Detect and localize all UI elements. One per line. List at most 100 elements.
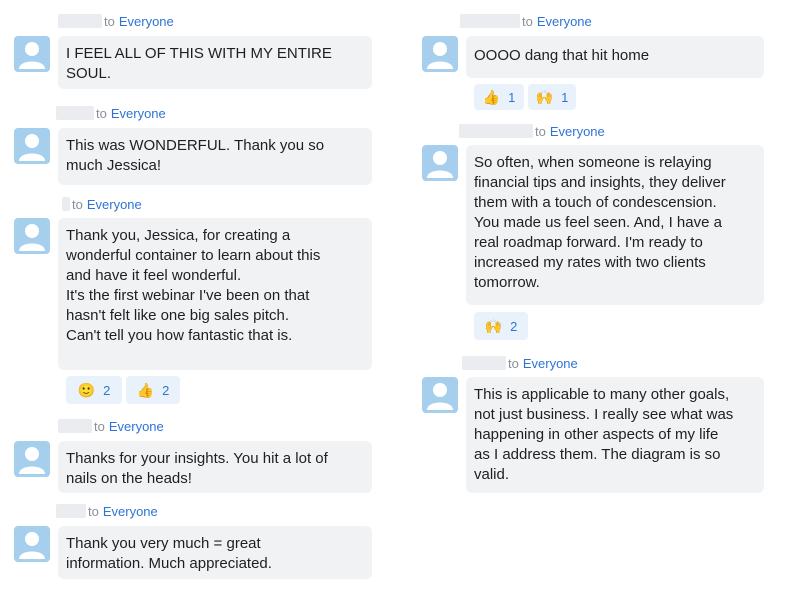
thumbs-up-icon: 👍	[136, 381, 155, 398]
reaction-thumbs-up[interactable]: 👍 1	[474, 84, 524, 110]
message-line: as I address them. The diagram is so	[474, 446, 721, 463]
message-bubble: This was WONDERFUL. Thank you so much Je…	[58, 128, 372, 185]
user-avatar-icon	[19, 224, 45, 251]
recipient-everyone[interactable]: Everyone	[550, 124, 605, 139]
message-header: to Everyone	[56, 502, 158, 520]
message-header: to Everyone	[460, 12, 592, 30]
user-avatar-icon	[19, 134, 45, 161]
message-line: It's the first webinar I've been on that	[66, 287, 310, 304]
message-line: not just business. I really see what was	[474, 406, 734, 423]
to-label: to	[96, 105, 107, 121]
message-line: nails on the heads!	[66, 470, 192, 487]
message-line: Thank you, Jessica, for creating a	[66, 227, 291, 244]
message-header: to Everyone	[459, 122, 605, 140]
smile-emoji-icon: 🙂	[77, 381, 96, 398]
reaction-raised-hands[interactable]: 🙌 2	[474, 312, 528, 340]
message-bubble: Thank you very much = great information.…	[58, 526, 372, 579]
recipient-everyone[interactable]: Everyone	[87, 197, 142, 212]
recipient-everyone[interactable]: Everyone	[537, 14, 592, 29]
message-line: valid.	[474, 466, 510, 483]
redacted-sender-name	[58, 419, 92, 433]
message-line: Can't tell you how fantastic that is.	[66, 327, 293, 344]
message-header: to Everyone	[462, 354, 578, 372]
reaction-count: 1	[561, 89, 569, 105]
user-avatar-icon	[19, 42, 45, 69]
message-line: Thanks for your insights. You hit a lot …	[66, 450, 328, 467]
redacted-sender-name	[462, 356, 506, 370]
message-header: to Everyone	[58, 417, 164, 435]
recipient-everyone[interactable]: Everyone	[111, 106, 166, 121]
raised-hands-icon: 🙌	[535, 88, 554, 105]
to-label: to	[522, 13, 533, 29]
user-avatar-icon	[19, 447, 45, 474]
message-header: to Everyone	[62, 195, 142, 213]
to-label: to	[535, 123, 546, 139]
message-bubble: So often, when someone is relaying finan…	[466, 145, 764, 305]
reactions-bar: 🙌 2	[474, 312, 528, 340]
message-line: You made us feel seen. And, I have a	[474, 214, 722, 231]
reaction-smile[interactable]: 🙂 2	[66, 376, 122, 404]
message-header: to Everyone	[58, 12, 174, 30]
message-line: I FEEL ALL OF THIS WITH MY ENTIRE	[66, 45, 332, 62]
message-bubble: This is applicable to many other goals, …	[466, 377, 764, 493]
user-avatar-icon	[19, 532, 45, 559]
avatar	[422, 145, 458, 181]
reaction-count: 2	[103, 382, 111, 398]
to-label: to	[72, 196, 83, 212]
reactions-bar: 👍 1 🙌 1	[474, 84, 576, 110]
reaction-thumbs-up[interactable]: 👍 2	[126, 376, 180, 404]
user-avatar-icon	[427, 151, 453, 178]
message-line: tomorrow.	[474, 274, 540, 291]
message-line: This was WONDERFUL. Thank you so	[66, 137, 325, 154]
message-line: happening in other aspects of my life	[474, 426, 719, 443]
redacted-sender-name	[56, 504, 86, 518]
reactions-bar: 🙂 2 👍 2	[66, 376, 180, 404]
recipient-everyone[interactable]: Everyone	[119, 14, 174, 29]
recipient-everyone[interactable]: Everyone	[523, 356, 578, 371]
message-line: This is applicable to many other goals,	[474, 386, 730, 403]
redacted-sender-name	[58, 14, 102, 28]
to-label: to	[88, 503, 99, 519]
message-line: much Jessica!	[66, 157, 162, 174]
message-bubble: Thank you, Jessica, for creating a wonde…	[58, 218, 372, 370]
message-line: them with a touch of condescension.	[474, 194, 717, 211]
message-line: hasn't felt like one big sales pitch.	[66, 307, 289, 324]
to-label: to	[104, 13, 115, 29]
thumbs-up-icon: 👍	[482, 88, 501, 105]
reaction-raised-hands[interactable]: 🙌 1	[528, 84, 576, 110]
redacted-sender-name	[460, 14, 520, 28]
reaction-count: 1	[508, 89, 516, 105]
message-bubble: I FEEL ALL OF THIS WITH MY ENTIRE SOUL.	[58, 36, 372, 89]
to-label: to	[508, 355, 519, 371]
avatar	[422, 377, 458, 413]
message-bubble: Thanks for your insights. You hit a lot …	[58, 441, 372, 493]
reaction-count: 2	[162, 382, 170, 398]
message-line: real roadmap forward. I'm ready to	[474, 234, 703, 251]
message-line: information. Much appreciated.	[66, 555, 272, 572]
to-label: to	[94, 418, 105, 434]
message-line: and have it feel wonderful.	[66, 267, 242, 284]
avatar	[14, 128, 50, 164]
raised-hands-icon: 🙌	[484, 317, 503, 334]
redacted-sender-name	[56, 106, 94, 120]
message-header: to Everyone	[56, 104, 166, 122]
message-line: SOUL.	[66, 65, 112, 82]
message-line: increased my rates with two clients	[474, 254, 706, 271]
recipient-everyone[interactable]: Everyone	[109, 419, 164, 434]
message-line: wonderful container to learn about this	[66, 247, 321, 264]
recipient-everyone[interactable]: Everyone	[103, 504, 158, 519]
message-line: financial tips and insights, they delive…	[474, 174, 726, 191]
user-avatar-icon	[427, 42, 453, 69]
message-bubble: OOOO dang that hit home	[466, 36, 764, 78]
message-line: So often, when someone is relaying	[474, 154, 712, 171]
user-avatar-icon	[427, 383, 453, 410]
message-line: Thank you very much = great	[66, 535, 261, 552]
avatar	[422, 36, 458, 72]
avatar	[14, 218, 50, 254]
reaction-count: 2	[510, 318, 518, 334]
avatar	[14, 526, 50, 562]
redacted-sender-name	[459, 124, 533, 138]
avatar	[14, 36, 50, 72]
avatar	[14, 441, 50, 477]
message-line: OOOO dang that hit home	[474, 47, 650, 64]
